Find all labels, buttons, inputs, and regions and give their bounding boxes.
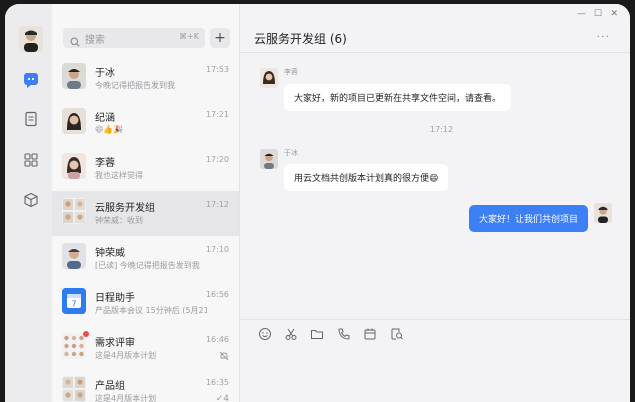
phone-icon[interactable]	[337, 326, 351, 340]
chat-name: 钟荣威	[95, 248, 125, 259]
chat-time: 17:20	[205, 155, 229, 164]
add-button[interactable]: +	[210, 28, 230, 48]
more-options-icon[interactable]: ···	[597, 30, 611, 43]
chat-preview: 我也这样觉得	[95, 171, 143, 180]
header-divider	[240, 52, 630, 53]
minimize-icon[interactable]: —	[577, 9, 586, 19]
message-timestamp: 17:12	[430, 125, 454, 134]
chat-preview: 产品版本会议 15分钟后 (5月21...	[95, 306, 207, 315]
emoji-icon[interactable]	[258, 326, 272, 340]
chat-icon[interactable]	[23, 72, 39, 88]
search-icon	[70, 32, 80, 51]
avatar	[62, 63, 86, 89]
chat-item[interactable]: 7 日程助手 产品版本会议 15分钟后 (5月21... 16:56	[52, 281, 239, 326]
chat-time: 16:46	[205, 335, 229, 344]
user-avatar[interactable]	[19, 26, 43, 52]
message-sender: 李蓉	[284, 68, 298, 76]
search-placeholder: 搜索	[85, 35, 105, 46]
mute-bell-icon	[219, 351, 229, 364]
chat-preview: 这是4月版本计划	[95, 351, 157, 360]
message-bubble[interactable]: 大家好，新的项目已更新在共享文件空间，请查看。	[284, 84, 512, 111]
chat-item-active[interactable]: 云服务开发组 钟荣威：收到 17:12	[52, 191, 239, 236]
chat-time: 17:53	[205, 65, 229, 74]
maximize-icon[interactable]: ☐	[594, 9, 602, 19]
chat-title: 云服务开发组 (6)	[254, 30, 347, 47]
chat-item[interactable]: 钟荣威 [已读] 今晚记得把报告发到我 17:10	[52, 236, 239, 281]
chat-preview: 这是4月版本计划	[95, 394, 157, 402]
avatar	[62, 243, 86, 269]
group-avatar	[62, 198, 86, 224]
chat-title-text: 云服务开发组	[254, 32, 327, 46]
avatar	[62, 108, 86, 134]
scissors-icon[interactable]	[284, 326, 298, 340]
chat-time: 16:35	[205, 378, 229, 387]
input-divider	[240, 319, 630, 320]
chat-item[interactable]: 李蓉 我也这样觉得 17:20	[52, 146, 239, 191]
group-avatar	[62, 376, 86, 402]
apps-grid-icon[interactable]	[23, 152, 39, 168]
calendar-icon[interactable]	[363, 326, 377, 340]
chat-item[interactable]: 纪涵 😄👍🎉 17:21	[52, 101, 239, 146]
chat-time: 17:10	[205, 245, 229, 254]
my-avatar	[594, 203, 612, 223]
chat-preview: 😄👍🎉	[95, 125, 124, 134]
chat-name: 于冰	[95, 68, 115, 79]
read-count-badge: ✓4	[216, 394, 229, 402]
left-rail	[5, 4, 52, 402]
member-count: (6)	[329, 32, 347, 46]
document-search-icon[interactable]	[390, 326, 404, 340]
chat-time: 17:12	[205, 200, 229, 209]
chat-name: 云服务开发组	[95, 203, 155, 214]
my-message-bubble[interactable]: 大家好！让我们共创项目	[468, 205, 588, 232]
message-sender: 于冰	[284, 149, 298, 157]
chat-name: 需求评审	[95, 338, 135, 349]
chat-pane: — ☐ ✕ 云服务开发组 (6) ··· 李蓉 大家好，新的项目已更新在共享文件…	[240, 4, 630, 402]
chat-item[interactable]: 产品组 这是4月版本计划 16:35 ✓4	[52, 369, 239, 402]
search-input[interactable]: 搜索 ⌘+K	[63, 28, 205, 48]
chat-item[interactable]: 于冰 今晚记得把报告发到我 17:53	[52, 56, 239, 101]
app-window: 搜索 ⌘+K + 于冰 今晚记得把报告发到我 17:53 纪涵 😄👍🎉 17:2…	[5, 4, 630, 402]
chat-preview: 钟荣威：收到	[95, 216, 143, 225]
plus-icon: +	[214, 30, 226, 46]
close-icon[interactable]: ✕	[610, 9, 618, 19]
chat-name: 李蓉	[95, 158, 115, 169]
unread-dot	[83, 331, 89, 337]
message-bubble[interactable]: 用云文档共创版本计划真的很方便😄	[284, 164, 449, 191]
chat-preview: [已读] 今晚记得把报告发到我	[95, 261, 200, 270]
docs-icon[interactable]	[23, 111, 39, 127]
chat-time: 16:56	[205, 290, 229, 299]
badge-count: 4	[223, 394, 229, 402]
chat-preview: 今晚记得把报告发到我	[95, 81, 175, 90]
calendar-app-icon: 7	[62, 288, 86, 314]
sender-avatar	[260, 149, 278, 169]
calendar-day: 7	[71, 300, 76, 309]
chat-time: 17:21	[205, 110, 229, 119]
sender-avatar	[260, 68, 278, 88]
avatar	[62, 153, 86, 179]
cube-icon[interactable]	[23, 192, 39, 208]
search-shortcut: ⌘+K	[179, 32, 199, 41]
group-avatar	[62, 333, 86, 359]
chat-name: 纪涵	[95, 113, 115, 124]
chat-item[interactable]: 需求评审 这是4月版本计划 16:46	[52, 326, 239, 371]
folder-icon[interactable]	[310, 326, 324, 340]
chat-name: 产品组	[95, 381, 125, 392]
chat-list: 搜索 ⌘+K + 于冰 今晚记得把报告发到我 17:53 纪涵 😄👍🎉 17:2…	[52, 4, 240, 402]
chat-name: 日程助手	[95, 293, 135, 304]
